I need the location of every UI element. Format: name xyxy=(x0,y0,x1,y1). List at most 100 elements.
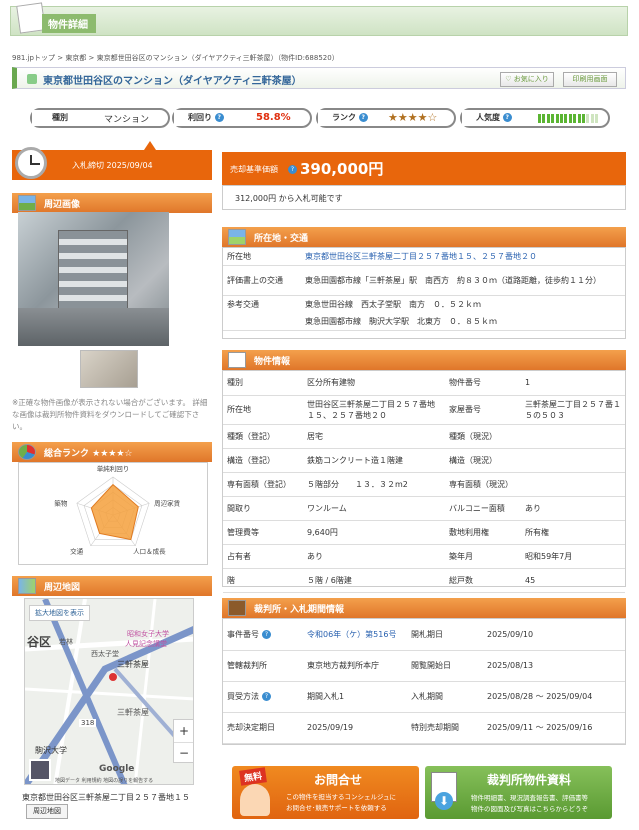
info-value: 昭和59年7月 xyxy=(521,544,625,569)
court-docs-button[interactable]: ⬇ 裁判所物件資料 物件明細書、現況調査報告書、評価書等 物件の図面及び写真はこ… xyxy=(425,766,612,819)
popularity-segment xyxy=(546,114,550,123)
location-section-header: 所在地・交通 xyxy=(222,227,626,247)
price-label: 売却基準価額 xyxy=(230,165,278,174)
popularity-segment xyxy=(559,114,563,123)
location-table-box: 所在地 東京都世田谷区三軒茶屋二丁目２５７番地１５、２５７番地２０ 評価書上の交通… xyxy=(222,247,626,339)
yield-value: 58.8% xyxy=(256,112,291,123)
rank-label: ランク xyxy=(332,113,356,122)
popularity-segment xyxy=(577,114,581,123)
map-roads xyxy=(25,599,193,784)
table-row: 買受方法? 期間入札1 入札期間 2025/08/28 〜 2025/09/04 xyxy=(223,681,625,713)
court-label: 開札期日 xyxy=(407,619,483,651)
price-panel: 売却基準価額 ? 390,000円 xyxy=(222,152,626,185)
table-row: 管理費等 9,640円 敷地利用権 所有権 xyxy=(223,520,625,545)
contact-button[interactable]: 無料 お問合せ この物件を担当するコンシェルジュに お問合せ･競売サポートを依頼… xyxy=(232,766,419,819)
help-icon[interactable]: ? xyxy=(358,113,368,122)
table-row: 種別 区分所有建物 物件番号 1 xyxy=(223,371,625,396)
page-header xyxy=(10,6,628,36)
docs-sub2: 物件の図面及び写真はこちらからどうぞ xyxy=(471,805,588,813)
info-value: 所有権 xyxy=(521,520,625,545)
case-number-link[interactable]: 令和06年（ケ）第516号 xyxy=(303,619,407,651)
court-value: 2025/08/28 〜 2025/09/04 xyxy=(483,681,625,713)
location-title: 所在地・交通 xyxy=(254,234,309,244)
photo-thumbnail[interactable] xyxy=(80,350,138,388)
help-icon[interactable]: ? xyxy=(262,692,271,701)
court-label: 管轄裁判所 xyxy=(223,650,303,682)
map-attribution[interactable]: 地図データ 利用規約 地図の誤りを報告する xyxy=(55,777,153,784)
breadcrumb-top[interactable]: 981.jpトップ xyxy=(12,54,55,62)
satellite-toggle[interactable] xyxy=(29,759,51,781)
clock-icon xyxy=(15,147,47,179)
yield-label: 利回り xyxy=(188,113,212,122)
info-label: 構造（現況） xyxy=(445,448,521,473)
map-label: 三軒茶屋 xyxy=(117,660,149,669)
info-label: 家屋番号 xyxy=(445,395,521,425)
info-value xyxy=(521,448,625,473)
info-table-box: 種別 区分所有建物 物件番号 1 所在地 世田谷区三軒茶屋二丁目２５７番地１５、２５７番地… xyxy=(222,370,626,593)
favorite-button[interactable]: ♡ お気に入り xyxy=(500,72,554,87)
map-icon xyxy=(18,578,36,594)
popularity-pill: 人気度 ? xyxy=(460,108,610,128)
info-label: 構造（登記） xyxy=(223,448,303,473)
info-value: 鉄筋コンクリート造１階建 xyxy=(303,448,445,473)
map-zoom-control: + − xyxy=(173,719,193,763)
radar-axis-label: 築物 xyxy=(54,498,67,507)
court-value: 2025/09/10 xyxy=(483,619,625,651)
map-label: 若林 xyxy=(59,638,73,646)
price-sub-box: 312,000円 から入札可能です xyxy=(222,185,626,210)
info-value: あり xyxy=(303,544,445,569)
map-address: 東京都世田谷区三軒茶屋二丁目２５７番地１５ 周辺地図 xyxy=(22,791,212,819)
info-value: 三軒茶屋二丁目２５７番１５の５０３ xyxy=(521,395,625,425)
zoom-in-button[interactable]: + xyxy=(174,720,193,742)
info-label: 専有面積（登記） xyxy=(223,472,303,497)
court-label: 入札期間 xyxy=(407,681,483,713)
enlarge-map-button[interactable]: 拡大地図を表示 xyxy=(29,605,90,621)
briefcase-icon xyxy=(228,600,246,616)
court-title: 裁判所・入札期間情報 xyxy=(254,605,345,615)
access-value: 東急田園都市線「三軒茶屋」駅 南西方 約８３０ｍ（道路距離，徒歩約１１分） xyxy=(301,265,625,296)
radar-axis-label: 交通 xyxy=(70,547,84,556)
help-icon[interactable]: ? xyxy=(214,113,224,122)
info-value: ワンルーム xyxy=(303,496,445,521)
free-badge: 無料 xyxy=(239,767,267,786)
table-row: 間取り ワンルーム バルコニー面積 あり xyxy=(223,496,625,521)
radar-axis-label: 周辺家賃 xyxy=(154,498,181,507)
radar-area xyxy=(90,483,139,541)
type-pill: 種別 マンション xyxy=(30,108,170,128)
help-icon[interactable]: ? xyxy=(502,113,512,122)
court-label: 事件番号 xyxy=(227,629,259,639)
popularity-segment xyxy=(564,114,568,123)
map-label: 三軒茶屋 xyxy=(117,708,149,717)
rank-pill: ランク ? ★★★★☆ xyxy=(316,108,456,128)
popularity-segment xyxy=(542,114,546,123)
map-label: 谷区 xyxy=(27,635,52,649)
map-label: 西太子堂 xyxy=(91,650,119,658)
concierge-icon xyxy=(240,784,270,816)
google-logo: Google xyxy=(99,764,135,774)
court-value: 期間入札1 xyxy=(303,681,407,713)
court-label: 事件番号? xyxy=(223,619,303,651)
help-icon[interactable]: ? xyxy=(288,165,297,174)
radar-axis-label: 人口＆成長 xyxy=(133,547,166,556)
location-table: 所在地 東京都世田谷区三軒茶屋二丁目２５７番地１５、２５７番地２０ 評価書上の交通… xyxy=(223,248,625,331)
zoom-out-button[interactable]: − xyxy=(174,742,193,763)
pencil-icon xyxy=(228,352,246,368)
map-view[interactable]: 拡大地図を表示 谷区 三軒茶屋 西太子堂 若林 昭和女子大学 人見記念講堂 三軒… xyxy=(24,598,194,785)
map-title: 周辺地図 xyxy=(44,583,81,593)
type-label: 種別 xyxy=(32,110,92,126)
info-table: 種別 区分所有建物 物件番号 1 所在地 世田谷区三軒茶屋二丁目２５７番地１５、２５７番地… xyxy=(223,371,625,593)
address-link[interactable]: 東京都世田谷区三軒茶屋二丁目２５７番地１５、２５７番地２０ xyxy=(301,248,625,266)
info-value: 居宅 xyxy=(303,424,445,449)
info-value: 区分所有建物 xyxy=(303,371,445,396)
price-sub: 312,000円 から入札可能です xyxy=(235,194,343,203)
breadcrumb-tokyo[interactable]: 東京都 xyxy=(65,54,86,62)
table-row: 階 ５階 / 6階建 総戸数 45 xyxy=(223,568,625,593)
photos-note: ※正確な物件画像が表示されない場合がございます。 詳細な画像は裁判所物件資料をダ… xyxy=(12,398,208,431)
radar-chart-box: 単純利回り 周辺家賃 人口＆成長 交通 築物 xyxy=(18,462,208,565)
help-icon[interactable]: ? xyxy=(262,629,271,639)
image-icon xyxy=(18,195,36,211)
info-label: 占有者 xyxy=(223,544,303,569)
surrounding-map-button[interactable]: 周辺地図 xyxy=(26,804,68,819)
print-button[interactable]: 印刷用画面 xyxy=(563,72,617,87)
building-photo[interactable] xyxy=(18,212,169,346)
